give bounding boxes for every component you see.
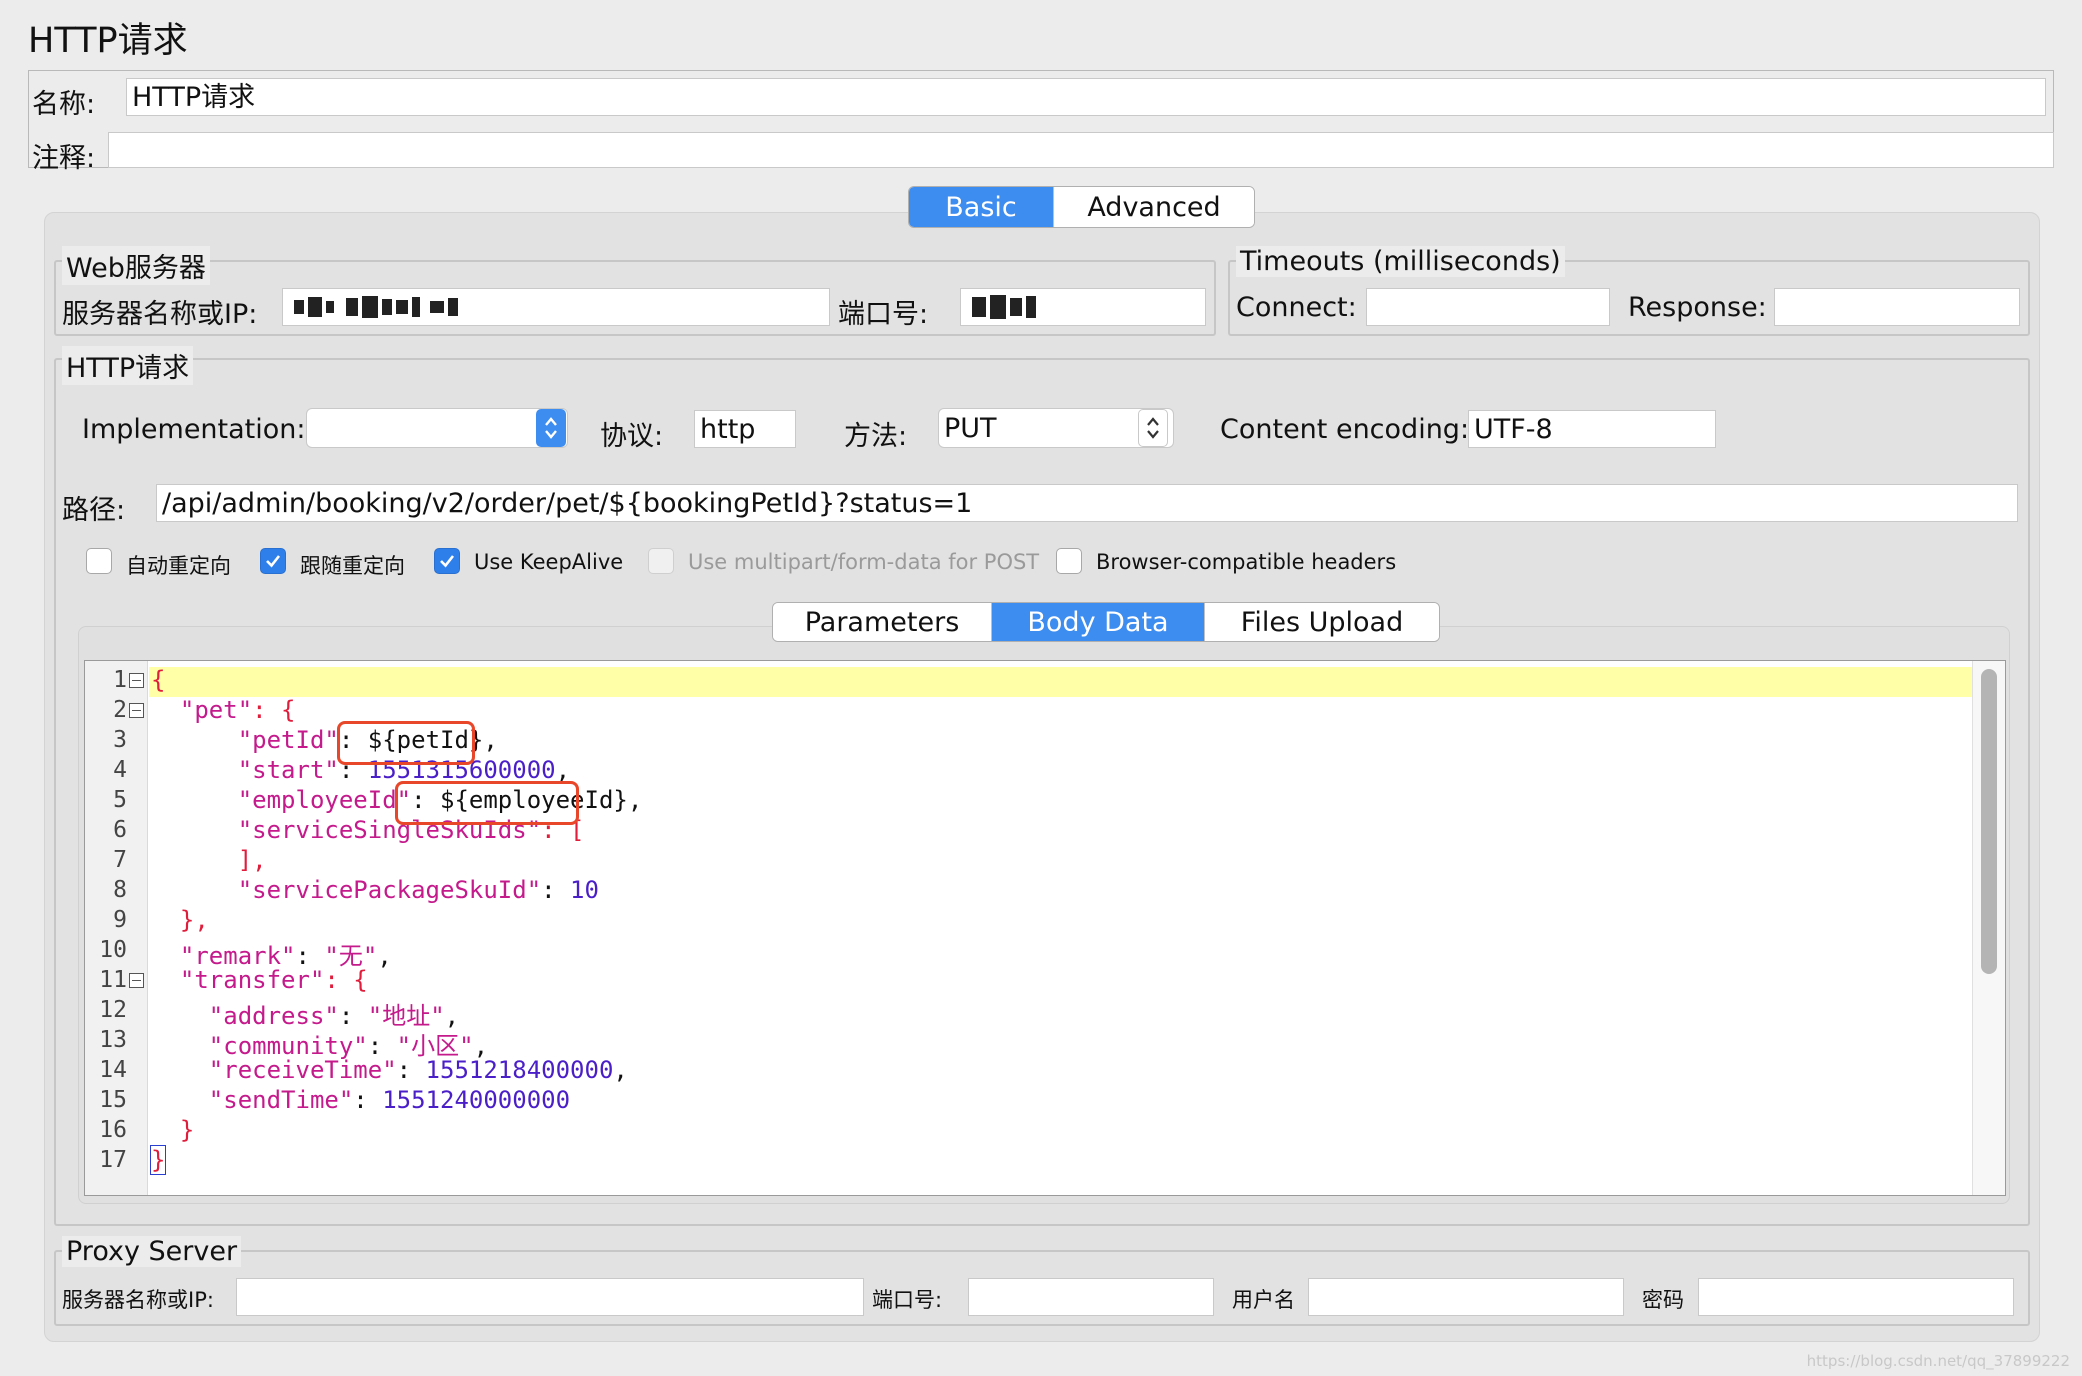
protocol-label: 协议: [600,421,664,452]
line-number: 3 [113,727,127,753]
comment-input[interactable] [108,132,2054,168]
body-data-editor[interactable]: 1 2 3 4 5 6 7 8 9 10 11 12 13 14 15 16 1… [84,660,2006,1196]
proxy-password-input[interactable] [1698,1278,2014,1316]
line-number: 5 [113,787,127,813]
timeouts-legend: Timeouts (milliseconds) [1236,246,1565,277]
line-number: 15 [99,1087,127,1113]
code-line-8: "servicePackageSkuId": 10 [237,876,599,904]
protocol-input[interactable]: http [694,410,796,448]
code-line-17: } [149,1145,167,1175]
auto-redirect-label: 自动重定向 [126,554,231,578]
port-input[interactable] [960,288,1206,326]
connect-label: Connect: [1236,292,1357,323]
response-label: Response: [1628,292,1767,323]
content-encoding-input[interactable]: UTF-8 [1468,410,1716,448]
browser-headers-checkbox[interactable] [1056,548,1082,574]
proxy-password-label: 密码 [1642,1288,1684,1312]
line-number: 11 [99,967,127,993]
response-timeout-input[interactable] [1774,288,2020,326]
proxy-server-input[interactable] [236,1278,864,1316]
line-number: 8 [113,877,127,903]
follow-redirect-checkbox[interactable] [260,548,286,574]
auto-redirect-checkbox[interactable] [86,548,112,574]
main-tabbar: Basic Advanced [908,186,1255,228]
code-line-2: "pet": { [179,696,296,724]
window-title: HTTP请求 [28,21,188,61]
tab-body-data[interactable]: Body Data [992,603,1205,641]
implementation-select[interactable] [306,408,568,448]
server-name-label: 服务器名称或IP: [62,299,258,330]
line-number: 16 [99,1117,127,1143]
redacted-server-value [288,296,458,318]
proxy-username-label: 用户名 [1232,1288,1295,1312]
scrollbar-thumb[interactable] [1981,669,1997,974]
proxy-username-input[interactable] [1308,1278,1624,1316]
fold-minus-icon[interactable] [129,973,144,988]
line-number: 17 [99,1147,127,1173]
code-line-11: "transfer": { [179,966,368,994]
keepalive-checkbox[interactable] [434,548,460,574]
tab-basic[interactable]: Basic [909,187,1054,227]
code-line-7: ], [237,846,267,874]
line-number: 12 [99,997,127,1023]
line-number: 1 [113,667,127,693]
path-label: 路径: [62,495,126,526]
line-number: 14 [99,1057,127,1083]
proxy-server-label: 服务器名称或IP: [62,1288,214,1312]
name-input[interactable]: HTTP请求 [126,78,2046,116]
line-number: 13 [99,1027,127,1053]
code-line-1: { [151,666,166,694]
content-encoding-label: Content encoding: [1220,414,1470,445]
method-label: 方法: [844,421,908,452]
multipart-checkbox [648,548,674,574]
web-server-legend: Web服务器 [62,246,210,285]
path-input[interactable]: /api/admin/booking/v2/order/pet/${bookin… [156,484,2018,522]
code-line-15: "sendTime": 1551240000000 [208,1086,571,1114]
line-number: 4 [113,757,127,783]
connect-timeout-input[interactable] [1366,288,1610,326]
watermark: https://blog.csdn.net/qq_37899222 [1806,1352,2070,1370]
line-number: 9 [113,907,127,933]
comment-label: 注释: [32,143,96,174]
follow-redirect-label: 跟随重定向 [300,554,405,578]
keepalive-label: Use KeepAlive [474,550,624,574]
tab-parameters[interactable]: Parameters [773,603,992,641]
line-number: 6 [113,817,127,843]
line-number: 10 [99,937,127,963]
proxy-server-legend: Proxy Server [62,1236,242,1267]
port-label: 端口号: [838,299,929,330]
current-line-highlight [149,667,2005,697]
chevron-updown-icon[interactable] [536,409,566,447]
code-line-9: }, [179,906,209,934]
tab-files-upload[interactable]: Files Upload [1205,603,1439,641]
line-number: 7 [113,847,127,873]
highlight-box-petid [337,721,475,765]
server-name-input[interactable] [282,288,830,326]
highlight-box-employeeid [395,781,579,825]
checkmark-icon [440,555,455,568]
name-label: 名称: [32,89,96,120]
body-tabbar: Parameters Body Data Files Upload [772,602,1440,642]
tab-advanced[interactable]: Advanced [1054,187,1254,227]
proxy-port-label: 端口号: [872,1288,943,1312]
proxy-port-input[interactable] [968,1278,1214,1316]
line-number: 2 [113,697,127,723]
checkmark-icon [266,555,281,568]
fold-minus-icon[interactable] [129,703,144,718]
browser-headers-label: Browser-compatible headers [1096,550,1397,574]
implementation-label: Implementation: [82,414,306,445]
code-line-14: "receiveTime": 1551218400000, [208,1056,628,1084]
multipart-label: Use multipart/form-data for POST [688,550,1040,574]
method-chevron-updown-icon[interactable] [1138,409,1168,447]
redacted-port-value [966,295,1036,319]
fold-minus-icon[interactable] [129,673,144,688]
code-line-16: } [179,1116,195,1144]
http-request-legend: HTTP请求 [62,346,194,385]
